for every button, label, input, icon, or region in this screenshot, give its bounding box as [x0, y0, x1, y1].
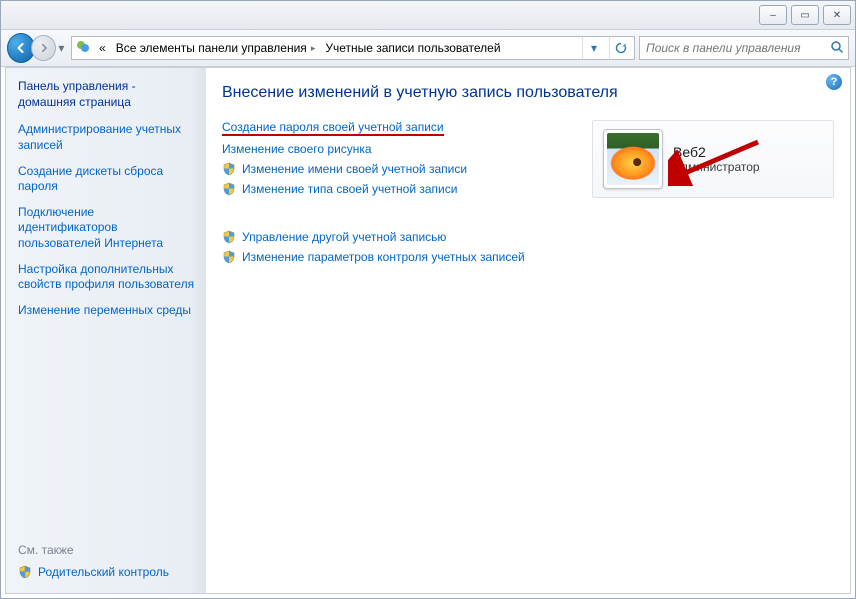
link-change-uac-settings[interactable]: Изменение параметров контроля учетных за… — [222, 250, 564, 264]
parental-controls-link[interactable]: Родительский контроль — [18, 565, 206, 579]
maximize-button[interactable]: ▭ — [791, 5, 819, 25]
search-icon[interactable] — [830, 40, 844, 57]
refresh-icon — [615, 42, 627, 54]
breadcrumb-prefix[interactable]: « — [96, 41, 109, 55]
control-panel-icon — [74, 39, 92, 58]
address-dropdown[interactable]: ▾ — [582, 37, 605, 59]
history-dropdown[interactable]: ▾ — [56, 41, 67, 55]
account-role: Администратор — [673, 160, 760, 174]
sidebar: Панель управления - домашняя страница Ад… — [6, 68, 206, 593]
link-change-account-name[interactable]: Изменение имени своей учетной записи — [222, 162, 564, 176]
breadcrumb-segment-2[interactable]: Учетные записи пользователей — [322, 41, 503, 55]
content-frame: Панель управления - домашняя страница Ад… — [5, 67, 851, 594]
nav-buttons: ▾ — [7, 33, 67, 63]
forward-button[interactable] — [31, 35, 56, 61]
search-input[interactable] — [644, 40, 826, 56]
link-manage-another-account[interactable]: Управление другой учетной записью — [222, 230, 564, 244]
shield-icon — [222, 230, 236, 244]
chevron-right-icon: ▸ — [311, 43, 316, 54]
sidebar-task-advanced-profile[interactable]: Настройка дополнительных свойств профиля… — [18, 262, 206, 293]
sidebar-task-manage-accounts[interactable]: Администрирование учетных записей — [18, 122, 206, 153]
search-box[interactable] — [639, 36, 849, 60]
action-links: Создание пароля своей учетной записи Изм… — [222, 120, 564, 270]
avatar-image — [607, 133, 659, 185]
shield-icon — [222, 162, 236, 176]
see-also-heading: См. также — [18, 543, 206, 557]
window-titlebar: – ▭ ✕ — [1, 1, 855, 30]
refresh-button[interactable] — [609, 37, 632, 59]
sidebar-task-password-reset-disk[interactable]: Создание дискеты сброса пароля — [18, 164, 206, 195]
close-button[interactable]: ✕ — [823, 5, 851, 25]
sidebar-task-link-online-ids[interactable]: Подключение идентификаторов пользователе… — [18, 205, 206, 252]
breadcrumb-segment-1[interactable]: Все элементы панели управления ▸ — [113, 41, 319, 55]
related-link-label: Родительский контроль — [38, 565, 169, 579]
link-change-account-type[interactable]: Изменение типа своей учетной записи — [222, 182, 564, 196]
control-panel-home-link[interactable]: Панель управления - домашняя страница — [18, 78, 206, 110]
sidebar-task-env-vars[interactable]: Изменение переменных среды — [18, 303, 206, 319]
avatar — [603, 129, 663, 189]
shield-icon — [18, 565, 32, 579]
main-panel: ? Внесение изменений в учетную запись по… — [206, 68, 850, 593]
address-bar[interactable]: « Все элементы панели управления ▸ Учетн… — [71, 36, 635, 60]
arrow-right-icon — [39, 43, 49, 53]
shield-icon — [222, 182, 236, 196]
account-name: Веб2 — [673, 144, 760, 160]
link-change-picture[interactable]: Изменение своего рисунка — [222, 142, 564, 156]
navigation-bar: ▾ « Все элементы панели управления ▸ Уче… — [1, 30, 855, 67]
minimize-button[interactable]: – — [759, 5, 787, 25]
arrow-left-icon — [15, 42, 27, 54]
help-button[interactable]: ? — [826, 74, 842, 90]
page-title: Внесение изменений в учетную запись поль… — [222, 84, 834, 102]
link-create-password[interactable]: Создание пароля своей учетной записи — [222, 120, 564, 136]
account-card: Веб2 Администратор — [592, 120, 834, 198]
shield-icon — [222, 250, 236, 264]
